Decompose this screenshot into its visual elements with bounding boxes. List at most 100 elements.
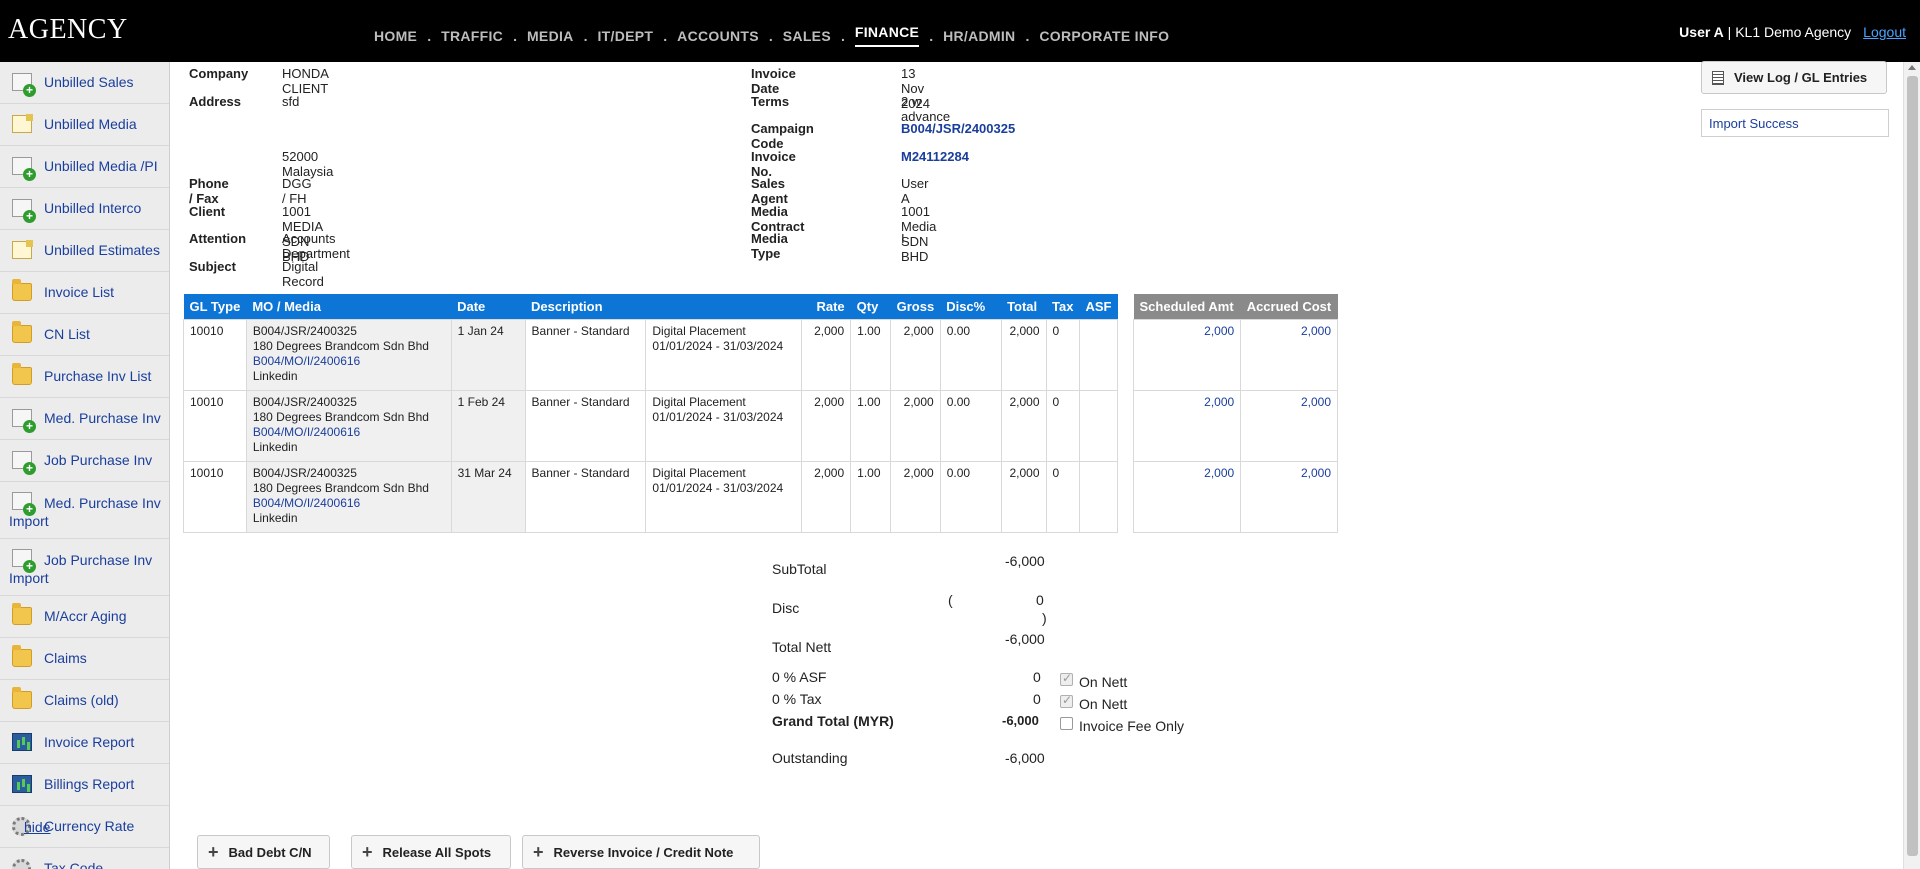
- top-bar: AGENCY HOME . TRAFFIC . MEDIA . IT/DEPT …: [0, 0, 1920, 62]
- sidebar-item-tax-code[interactable]: Tax Code: [0, 848, 169, 869]
- sidebar-item-label: Tax Code: [44, 860, 104, 869]
- accrued-cost-link[interactable]: 2,000: [1240, 460, 1338, 533]
- sidebar-item-unbilled-sales[interactable]: Unbilled Sales: [0, 62, 169, 104]
- date-cell: 31 Mar 24: [450, 460, 526, 533]
- main-nav: HOME . TRAFFIC . MEDIA . IT/DEPT . ACCOU…: [374, 24, 1169, 47]
- disc-cell: 0.00: [939, 460, 1002, 533]
- sidebar-item-invoice-list[interactable]: Invoice List: [0, 272, 169, 314]
- scheduled-amt-link[interactable]: 2,000: [1132, 389, 1242, 462]
- sidebar-item-med-purchase-inv[interactable]: Med. Purchase Inv: [0, 398, 169, 440]
- scrollbar-thumb[interactable]: [1907, 76, 1918, 856]
- phone-fax-label: Phone / Fax: [189, 176, 229, 206]
- vertical-scrollbar[interactable]: [1903, 62, 1920, 869]
- asf-cell: [1078, 460, 1119, 533]
- logout-link[interactable]: Logout: [1863, 24, 1906, 40]
- placement-period: 01/01/2024 - 31/03/2024: [652, 480, 784, 495]
- nav-home[interactable]: HOME: [374, 28, 417, 44]
- view-log-button[interactable]: View Log / GL Entries: [1701, 61, 1887, 94]
- nav-finance[interactable]: FINANCE: [854, 24, 920, 47]
- col-gross: Gross: [890, 294, 941, 319]
- vendor-name: 180 Degrees Brandcom Sdn Bhd: [252, 480, 429, 495]
- chart-icon: [12, 733, 32, 751]
- nav-separator: .: [427, 27, 432, 44]
- nav-sales[interactable]: SALES: [783, 28, 831, 44]
- mo-code: B004/JSR/2400325: [252, 323, 357, 338]
- gross-cell: 2,000: [890, 318, 941, 391]
- asf-on-nett-checkbox[interactable]: [1060, 671, 1073, 686]
- mo-code: B004/JSR/2400325: [252, 465, 357, 480]
- gross-cell: 2,000: [890, 460, 941, 533]
- sidebar-item-med-purchase-inv-import[interactable]: Med. Purchase Inv Import: [0, 482, 169, 539]
- mo-link[interactable]: B004/MO/I/2400616: [253, 425, 445, 440]
- chart-icon: [12, 775, 32, 793]
- nav-media[interactable]: MEDIA: [527, 28, 574, 44]
- media-name: Linkedin: [252, 368, 298, 383]
- mo-media-cell: B004/JSR/2400325 180 Degrees Brandcom Sdn…: [245, 460, 452, 533]
- sidebar-item-claims[interactable]: Claims: [0, 638, 169, 680]
- sidebar-item-label: Billings Report: [44, 776, 135, 792]
- nav-corporate-info[interactable]: CORPORATE INFO: [1039, 28, 1169, 44]
- media-type-value: I: [901, 231, 905, 246]
- tax-on-nett-checkbox[interactable]: [1060, 693, 1073, 708]
- nav-separator: .: [583, 27, 588, 44]
- add-document-icon: [12, 549, 36, 573]
- nav-it-dept[interactable]: IT/DEPT: [597, 28, 653, 44]
- accrued-cost-link[interactable]: 2,000: [1240, 389, 1338, 462]
- reverse-invoice-button[interactable]: + Reverse Invoice / Credit Note: [522, 835, 760, 869]
- gl-type-cell: 10010: [183, 389, 247, 462]
- sidebar-item-label: Unbilled Media: [44, 116, 137, 132]
- sidebar-item-purchase-inv-list[interactable]: Purchase Inv List: [0, 356, 169, 398]
- sidebar-item-cn-list[interactable]: CN List: [0, 314, 169, 356]
- sidebar-item-claims-old[interactable]: Claims (old): [0, 680, 169, 722]
- sidebar-item-label: Claims (old): [44, 692, 119, 708]
- gear-icon: [12, 859, 31, 869]
- rate-cell: 2,000: [801, 318, 852, 391]
- tax-total-value: 0: [1033, 691, 1041, 707]
- scheduled-amt-link[interactable]: 2,000: [1132, 460, 1242, 533]
- mo-code: B004/JSR/2400325: [252, 394, 357, 409]
- folder-icon: [12, 645, 32, 667]
- total-cell: 2,000: [1000, 318, 1047, 391]
- hide-sidebar-link[interactable]: hide: [24, 819, 50, 835]
- sidebar-item-unbilled-media[interactable]: Unbilled Media: [0, 104, 169, 146]
- user-box: User A | KL1 Demo Agency Logout: [1679, 24, 1906, 40]
- sidebar-item-invoice-report[interactable]: Invoice Report: [0, 722, 169, 764]
- placement-name: Digital Placement: [652, 465, 746, 480]
- sidebar-item-job-purchase-inv[interactable]: Job Purchase Inv: [0, 440, 169, 482]
- folder-icon: [12, 363, 32, 385]
- sidebar-item-billings-report[interactable]: Billings Report: [0, 764, 169, 806]
- invoice-no-label: Invoice No.: [751, 149, 796, 179]
- sidebar-item-job-purchase-inv-import[interactable]: Job Purchase Inv Import: [0, 539, 169, 596]
- mo-link[interactable]: B004/MO/I/2400616: [253, 496, 445, 511]
- schedule-row: 2,000 2,000: [1132, 318, 1338, 391]
- release-all-spots-button[interactable]: + Release All Spots: [351, 835, 511, 869]
- asf-cell: [1078, 389, 1119, 462]
- scheduled-amt-link[interactable]: 2,000: [1132, 318, 1242, 391]
- sidebar-item-m-accr-aging[interactable]: M/Accr Aging: [0, 596, 169, 638]
- disc-value: 0: [1036, 592, 1044, 608]
- invoice-no-link[interactable]: M24112284: [901, 149, 969, 164]
- add-document-icon: [12, 492, 36, 516]
- media-contract-label: Media Contract: [751, 204, 805, 234]
- sidebar-item-unbilled-media-pi[interactable]: Unbilled Media /PI: [0, 146, 169, 188]
- scroll-up-arrow-icon[interactable]: [1908, 65, 1916, 70]
- user-name: User A: [1679, 24, 1724, 40]
- accrued-cost-link[interactable]: 2,000: [1240, 318, 1338, 391]
- sidebar-item-label: Unbilled Interco: [44, 200, 142, 216]
- media-type-label: Media Type: [751, 231, 788, 261]
- subject-value: Digital Record: [282, 259, 324, 289]
- nav-hr-admin[interactable]: HR/ADMIN: [943, 28, 1015, 44]
- nav-traffic[interactable]: TRAFFIC: [441, 28, 503, 44]
- sidebar-item-label: Invoice Report: [44, 734, 135, 750]
- tax-total-label: 0 % Tax: [772, 691, 822, 707]
- bad-debt-cn-button[interactable]: + Bad Debt C/N: [197, 835, 330, 869]
- sidebar-item-unbilled-estimates[interactable]: Unbilled Estimates: [0, 230, 169, 272]
- nav-separator: .: [1025, 27, 1030, 44]
- invoice-fee-only-checkbox[interactable]: [1060, 717, 1073, 730]
- nav-accounts[interactable]: ACCOUNTS: [677, 28, 759, 44]
- campaign-code-link[interactable]: B004/JSR/2400325: [901, 121, 1015, 136]
- media-name: Linkedin: [252, 439, 298, 454]
- sidebar-item-unbilled-interco[interactable]: Unbilled Interco: [0, 188, 169, 230]
- mo-link[interactable]: B004/MO/I/2400616: [253, 354, 445, 369]
- sidebar-item-label: Claims: [44, 650, 87, 666]
